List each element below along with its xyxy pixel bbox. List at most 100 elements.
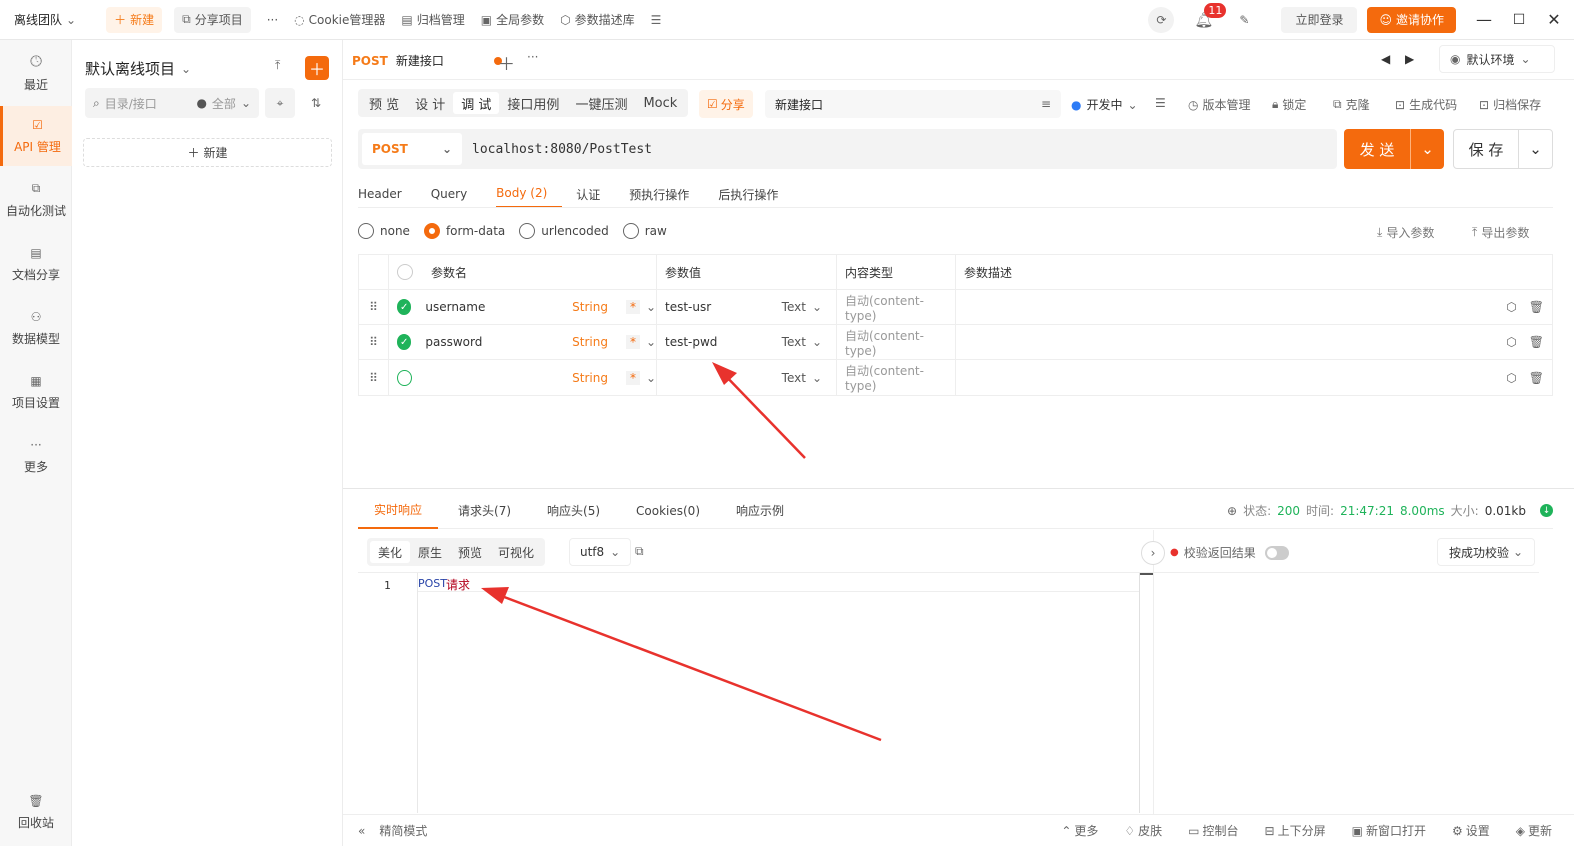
footer-split[interactable]: ⊟ 上下分屏 [1265, 822, 1326, 839]
param-desc-label: 参数描述库 [574, 13, 635, 27]
filter-select[interactable]: 全部 [212, 95, 236, 112]
chevron-down-icon: ⌄ [66, 12, 77, 27]
share-icon: ⧉ [182, 12, 191, 26]
nav-label: 回收站 [17, 815, 54, 830]
console-icon: ▭ [1188, 823, 1200, 838]
footer-update[interactable]: ◈ 更新 [1516, 822, 1552, 839]
trash-icon: 🗑︎ [28, 793, 44, 808]
search-box[interactable]: ⌕ 目录/接口 ● 全部 ⌄ [85, 88, 259, 118]
share-project-button[interactable]: ⧉ 分享项目 [174, 6, 251, 33]
footer-new-window-label: 新窗口打开 [1365, 824, 1426, 838]
clock-icon: 🕓︎ [30, 51, 42, 70]
chevron-down-icon: ⌄ [240, 96, 251, 110]
archive-icon: ▤ [401, 12, 413, 27]
notification-button[interactable]: 🔔︎ 11 [1194, 2, 1227, 29]
cookie-label: Cookie管理器 [308, 13, 386, 27]
chevron-down-icon: ⌄ [181, 61, 192, 76]
share-project-label: 分享项目 [194, 13, 243, 27]
footer-console[interactable]: ▭ 控制台 [1188, 822, 1238, 839]
nav-automation[interactable]: ⧉ 自动化测试 [0, 170, 72, 230]
nav-label: 自动化测试 [5, 204, 66, 218]
shirt-icon: ♢ [1124, 823, 1136, 838]
close-icon[interactable]: ✕ [1534, 10, 1574, 29]
notes-icon[interactable]: ✎ [1239, 13, 1249, 27]
archive-label: 归档管理 [416, 13, 465, 27]
automation-icon: ⧉ [31, 181, 41, 195]
invite-button[interactable]: ☺ 邀请协作 [1367, 6, 1456, 33]
sort-icon[interactable]: ⇅ [301, 88, 331, 118]
plus-icon: ＋ [114, 13, 127, 27]
new-button[interactable]: ＋ 新建 [106, 6, 163, 33]
caret-up-icon: ⌃ [1061, 823, 1072, 838]
nav-api-management[interactable]: ☑ API 管理 [0, 106, 72, 166]
main-panel: POST 新建接口 ＋ ··· ◀ ▶ ◉ 默认环境 ⌄ 预 览 设 计 调 试… [343, 40, 1574, 846]
project-panel: 默认离线项目 ⌄ ⤒ ＋ ⌕ 目录/接口 ● 全部 ⌄ ⌖ ⇅ ＋ 新建 [73, 40, 343, 846]
footer-new-window[interactable]: ▣ 新窗口打开 [1352, 822, 1426, 839]
nav-more[interactable]: ··· 更多 [0, 426, 72, 486]
footer-settings-label: 设置 [1465, 824, 1490, 838]
search-input[interactable]: 目录/接口 [105, 95, 157, 112]
new-item-label: 新建 [203, 146, 228, 160]
params-icon: ▣ [480, 12, 493, 27]
double-chevron-left-icon[interactable]: « [358, 824, 365, 838]
project-name: 默认离线项目 [85, 60, 176, 78]
search-icon: ⌕ [93, 95, 100, 110]
footer-more[interactable]: ⌃ 更多 [1061, 822, 1098, 839]
new-item-button[interactable]: ＋ 新建 [83, 138, 332, 167]
model-icon: ⚇ [30, 309, 42, 324]
collapse-menu-button[interactable]: ☰ [643, 7, 670, 33]
team-name: 离线团队 [14, 13, 63, 27]
nav-trash[interactable]: 🗑︎ 回收站 [0, 782, 72, 842]
invite-label: 邀请协作 [1395, 13, 1444, 27]
user-icon: ☺ [1379, 12, 1392, 27]
api-icon: ☑ [32, 117, 43, 132]
import-icon[interactable]: ⤒ [275, 58, 280, 73]
nav-label: 文档分享 [11, 267, 60, 282]
footer-split-label: 上下分屏 [1277, 824, 1326, 838]
nav-label: 更多 [23, 459, 48, 474]
nav-label: 项目设置 [11, 395, 60, 410]
cookie-manager-button[interactable]: ◌ Cookie管理器 [286, 7, 393, 33]
status-footer: « 精简模式 ⌃ 更多 ♢ 皮肤 ▭ 控制台 ⊟ 上下分屏 ▣ 新窗口打开 ⚙ 设置 ◈ 更新 [343, 814, 1574, 846]
footer-settings[interactable]: ⚙ 设置 [1452, 822, 1490, 839]
more-menu-button[interactable]: ··· [259, 7, 286, 33]
arrow-response [481, 587, 882, 742]
login-button[interactable]: 立即登录 [1281, 6, 1358, 33]
cube-icon: ⬡ [560, 12, 571, 27]
team-switcher[interactable]: 离线团队 ⌄ [6, 7, 84, 33]
gear-icon: ⚙ [1451, 823, 1463, 838]
more-icon: ··· [30, 437, 42, 452]
nav-recent[interactable]: 🕓︎ 最近 [0, 42, 72, 102]
sync-icon[interactable]: ⟳ [1148, 6, 1175, 33]
param-desc-button[interactable]: ⬡ 参数描述库 [552, 7, 643, 33]
archive-manager-button[interactable]: ▤ 归档管理 [393, 7, 472, 33]
menu-collapse-icon: ☰ [650, 12, 662, 27]
maximize-icon[interactable]: ☐ [1504, 12, 1534, 28]
add-icon[interactable]: ＋ [305, 56, 329, 80]
plus-icon: ＋ [187, 146, 200, 160]
annotation-arrows [481, 362, 882, 742]
global-params-label: 全局参数 [496, 13, 545, 27]
simple-mode-button[interactable]: 精简模式 [379, 822, 427, 839]
locate-icon[interactable]: ⌖ [265, 88, 295, 118]
filter-dot: ● [196, 96, 207, 110]
nav-doc-share[interactable]: ▤ 文档分享 [0, 234, 72, 294]
doc-icon: ▤ [30, 245, 42, 260]
left-nav: 🕓︎ 最近 ☑ API 管理 ⧉ 自动化测试 ▤ 文档分享 ⚇ 数据模型 ▦ 项… [0, 40, 72, 846]
global-params-button[interactable]: ▣ 全局参数 [473, 7, 552, 33]
update-icon: ◈ [1515, 823, 1525, 838]
nav-label: 最近 [23, 77, 48, 92]
minimize-icon[interactable]: — [1464, 10, 1504, 29]
title-bar: 离线团队 ⌄ ＋ 新建 ⧉ 分享项目 ··· ◌ Cookie管理器 ▤ 归档管… [0, 0, 1574, 40]
new-label: 新建 [130, 13, 155, 27]
arrow-value [712, 362, 806, 459]
cookie-icon: ◌ [294, 12, 305, 27]
window-icon: ▣ [1351, 823, 1363, 838]
nav-project-settings[interactable]: ▦ 项目设置 [0, 362, 72, 422]
footer-skin[interactable]: ♢ 皮肤 [1124, 822, 1162, 839]
notification-badge: 11 [1204, 2, 1227, 18]
nav-label: 数据模型 [11, 331, 60, 346]
nav-data-model[interactable]: ⚇ 数据模型 [0, 298, 72, 358]
nav-label: API 管理 [14, 139, 61, 154]
project-selector[interactable]: 默认离线项目 ⌄ [85, 58, 191, 79]
